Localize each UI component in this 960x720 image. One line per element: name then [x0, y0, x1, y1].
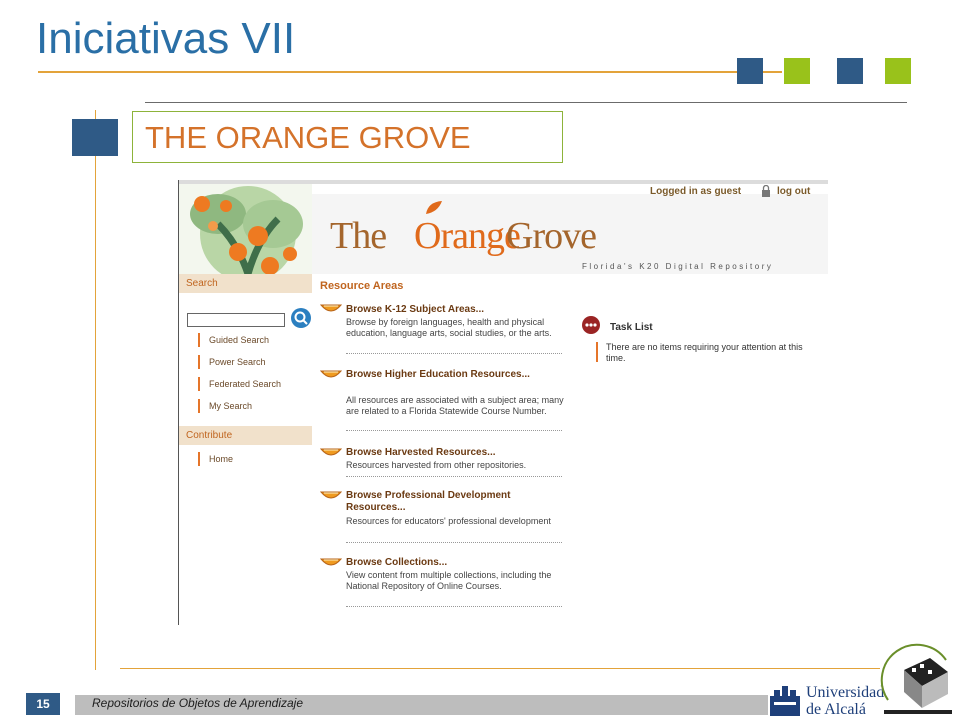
logo-orange: Orange [414, 215, 521, 257]
resource-desc: All resources are associated with a subj… [346, 395, 564, 416]
sidebar: Search Guided Search Power Search Federa… [178, 274, 312, 625]
sidebar-link-power-search[interactable]: Power Search [198, 355, 266, 369]
divider [346, 606, 562, 607]
orange-grove-screenshot: Logged in as guest log out The Orange Gr… [178, 180, 828, 625]
task-list-title: Task List [610, 322, 653, 333]
header-divider [145, 102, 907, 103]
resource-areas-heading: Resource Areas [320, 280, 404, 292]
university-name-line2: de Alcalá [806, 701, 866, 718]
orange-tree-illustration [178, 184, 312, 274]
resource-desc: Browse by foreign languages, health and … [346, 317, 552, 338]
slide-title: Iniciativas VII [36, 14, 296, 63]
sidebar-link-federated-search[interactable]: Federated Search [198, 377, 281, 391]
logo-grove: Grove [506, 215, 597, 257]
orange-slice-icon [320, 558, 342, 566]
deco-square-blue [837, 58, 863, 84]
resource-link-harvested[interactable]: Browse Harvested Resources... [346, 447, 496, 459]
deco-square-green [885, 58, 911, 84]
deco-square-green [784, 58, 810, 84]
lock-icon [762, 185, 770, 197]
resource-link-higher-ed[interactable]: Browse Higher Education Resources... [346, 369, 546, 381]
orange-slice-icon [320, 491, 342, 499]
screenshot-edge [178, 180, 179, 625]
master-badge-logo [880, 643, 952, 714]
footer-text: Repositorios de Objetos de Aprendizaje [92, 696, 304, 710]
sidebar-link-my-search[interactable]: My Search [198, 399, 252, 413]
resource-link-collections[interactable]: Browse Collections... [346, 557, 447, 569]
logo-tagline: Florida's K20 Digital Repository [582, 262, 774, 271]
resource-link-professional-dev[interactable]: Browse Professional Development Resource… [346, 490, 568, 514]
section-marker [72, 119, 118, 156]
task-list-message: There are no items requiring your attent… [606, 342, 803, 363]
sidebar-heading-search: Search [178, 274, 312, 293]
resource-link-k12[interactable]: Browse K-12 Subject Areas... [346, 304, 484, 316]
login-status: Logged in as guest [650, 186, 742, 197]
divider [346, 353, 562, 354]
search-input[interactable] [187, 313, 285, 327]
section-title: THE ORANGE GROVE [145, 120, 471, 155]
deco-square-blue [737, 58, 763, 84]
resource-desc: Resources harvested from other repositor… [346, 460, 527, 470]
task-list-accent [596, 342, 598, 362]
sidebar-heading-contribute: Contribute [178, 426, 312, 445]
leaf-icon [426, 201, 442, 214]
page-number: 15 [26, 693, 60, 715]
title-underline [38, 71, 782, 73]
orange-slice-icon [320, 304, 342, 312]
resource-desc: View content from multiple collections, … [346, 570, 552, 591]
logout-link[interactable]: log out [777, 186, 810, 197]
task-list-icon [582, 316, 600, 334]
divider [346, 430, 562, 431]
left-rule [95, 110, 96, 670]
divider [346, 476, 562, 477]
bottom-rule [120, 668, 880, 669]
divider [346, 542, 562, 543]
logo-the: The [330, 215, 387, 257]
orange-slice-icon [320, 370, 342, 378]
resource-desc: Resources for educators' professional de… [346, 516, 551, 526]
search-go-icon[interactable] [290, 307, 312, 329]
sidebar-link-guided-search[interactable]: Guided Search [198, 333, 269, 347]
university-name-line1: Universidad [806, 684, 885, 701]
orange-slice-icon [320, 448, 342, 456]
sidebar-link-home[interactable]: Home [198, 452, 233, 466]
university-crest-icon [770, 686, 800, 716]
